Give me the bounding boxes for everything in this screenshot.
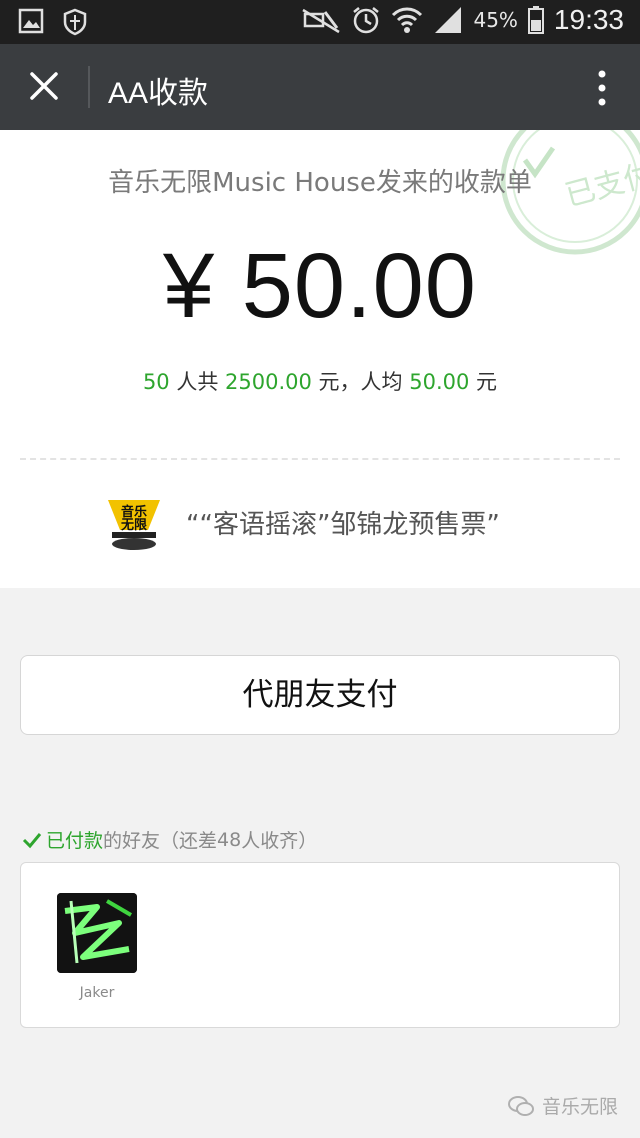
battery-icon xyxy=(527,6,544,34)
friend-name: Jaker xyxy=(79,985,115,1001)
clock: 19:33 xyxy=(553,4,624,35)
mute-icon xyxy=(302,8,341,34)
summary-text-2: 元，人均 xyxy=(311,370,410,394)
app-bar-divider xyxy=(88,66,90,108)
paid-label: 已付款 xyxy=(46,830,104,852)
more-vertical-icon xyxy=(598,70,606,106)
status-bar: 45% 19:33 xyxy=(0,0,640,44)
more-options-button[interactable] xyxy=(592,68,612,108)
signal-icon xyxy=(435,7,462,33)
app-bar: AA收款 xyxy=(0,44,640,130)
people-count: 50 xyxy=(142,370,170,394)
avatar[interactable] xyxy=(57,893,137,973)
paid-label-rest: 的好友（还差 xyxy=(103,830,218,852)
per-person-amount: 50.00 xyxy=(409,370,470,394)
product-name: ““客语摇滚”邹锦龙预售票” xyxy=(186,510,500,540)
wifi-icon xyxy=(392,7,423,33)
payment-request-card: 已支付 音乐无限Music House发来的收款单 ¥ 50.00 50 人共 … xyxy=(0,130,640,588)
paid-friends-list: Jaker xyxy=(20,862,620,1028)
pay-for-friend-button[interactable]: 代朋友支付 xyxy=(20,655,620,735)
battery-percent: 45% xyxy=(473,8,518,32)
paid-label-end: 人收齐） xyxy=(241,830,318,852)
paid-friends-header: 已付款 的好友（还差 48 人收齐） xyxy=(22,826,317,853)
shield-icon xyxy=(63,8,87,36)
split-summary: 50 人共 2500.00 元，人均 50.00 元 xyxy=(0,366,640,396)
summary-text-3: 元 xyxy=(469,370,498,394)
checkmark-icon xyxy=(22,832,42,848)
sender-line: 音乐无限Music House发来的收款单 xyxy=(108,168,532,198)
watermark-text: 音乐无限 xyxy=(541,1096,618,1118)
page-title: AA收款 xyxy=(108,77,209,110)
music-house-logo: 音乐 无限 xyxy=(104,496,164,552)
gallery-icon xyxy=(18,8,44,34)
card-edge xyxy=(0,580,640,588)
watermark: 音乐无限 xyxy=(507,1092,618,1119)
close-button[interactable] xyxy=(24,66,64,106)
remaining-count: 48 xyxy=(217,828,242,851)
amount: ¥ 50.00 xyxy=(163,235,477,337)
svg-text:无限: 无限 xyxy=(120,518,148,533)
total-amount: 2500.00 xyxy=(225,370,312,394)
wechat-icon xyxy=(507,1095,534,1116)
summary-text-1: 人共 xyxy=(169,370,226,394)
divider xyxy=(20,458,620,460)
alarm-icon xyxy=(353,7,380,34)
close-icon xyxy=(30,72,58,100)
